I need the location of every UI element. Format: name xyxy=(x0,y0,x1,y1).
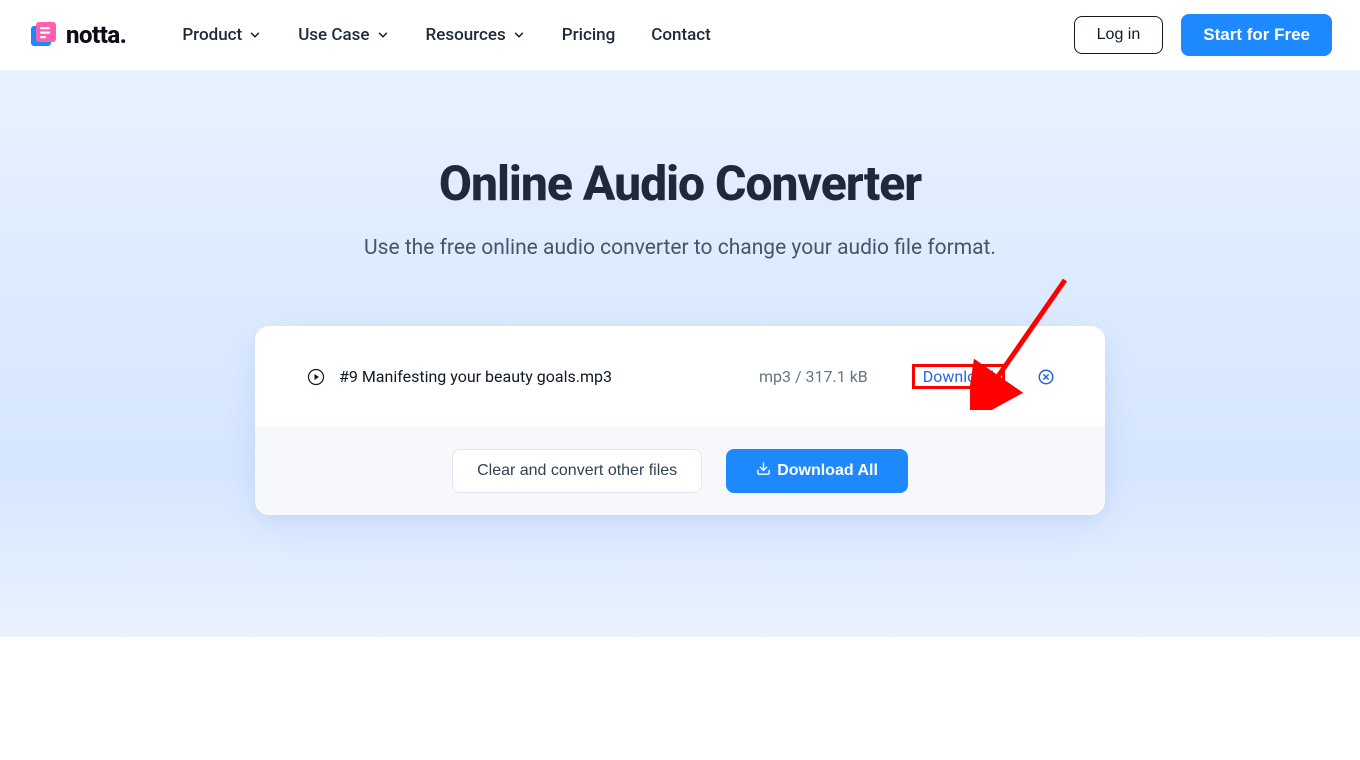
chevron-down-icon xyxy=(512,28,526,42)
nav-pricing[interactable]: Pricing xyxy=(562,25,616,45)
nav-resources[interactable]: Resources xyxy=(426,25,526,45)
file-row: #9 Manifesting your beauty goals.mp3 mp3… xyxy=(255,326,1105,427)
start-free-button[interactable]: Start for Free xyxy=(1181,14,1332,56)
header: notta. Product Use Case Resources xyxy=(0,0,1360,70)
download-icon xyxy=(756,461,771,481)
card-footer: Clear and convert other files Download A… xyxy=(255,427,1105,515)
page-subtitle: Use the free online audio converter to c… xyxy=(0,236,1360,260)
download-all-button[interactable]: Download All xyxy=(726,449,908,493)
remove-file-icon[interactable] xyxy=(1037,368,1055,386)
file-name: #9 Manifesting your beauty goals.mp3 xyxy=(339,367,745,386)
brand-text: notta. xyxy=(66,21,126,49)
download-all-label: Download All xyxy=(777,462,878,480)
logo-icon xyxy=(28,20,58,50)
login-button[interactable]: Log in xyxy=(1074,16,1164,54)
play-circle-icon[interactable] xyxy=(307,368,325,386)
nav-resources-label: Resources xyxy=(426,25,506,45)
nav-product-label: Product xyxy=(182,25,242,45)
nav-use-case-label: Use Case xyxy=(298,25,369,45)
main-nav: Product Use Case Resources Pricing xyxy=(182,25,711,45)
page-title: Online Audio Converter xyxy=(0,155,1360,212)
file-meta: mp3 / 317.1 kB xyxy=(759,367,868,386)
download-highlight-box: Download xyxy=(912,364,1005,389)
nav-use-case[interactable]: Use Case xyxy=(298,25,389,45)
chevron-down-icon xyxy=(248,28,262,42)
header-left: notta. Product Use Case Resources xyxy=(28,20,711,50)
nav-contact-label: Contact xyxy=(651,25,711,45)
nav-contact[interactable]: Contact xyxy=(651,25,711,45)
nav-product[interactable]: Product xyxy=(182,25,262,45)
chevron-down-icon xyxy=(376,28,390,42)
nav-pricing-label: Pricing xyxy=(562,25,616,45)
hero-section: Online Audio Converter Use the free onli… xyxy=(0,70,1360,637)
header-right: Log in Start for Free xyxy=(1074,14,1332,56)
converter-card: #9 Manifesting your beauty goals.mp3 mp3… xyxy=(255,326,1105,515)
download-link[interactable]: Download xyxy=(915,363,1002,390)
clear-button[interactable]: Clear and convert other files xyxy=(452,449,702,493)
logo[interactable]: notta. xyxy=(28,20,126,50)
